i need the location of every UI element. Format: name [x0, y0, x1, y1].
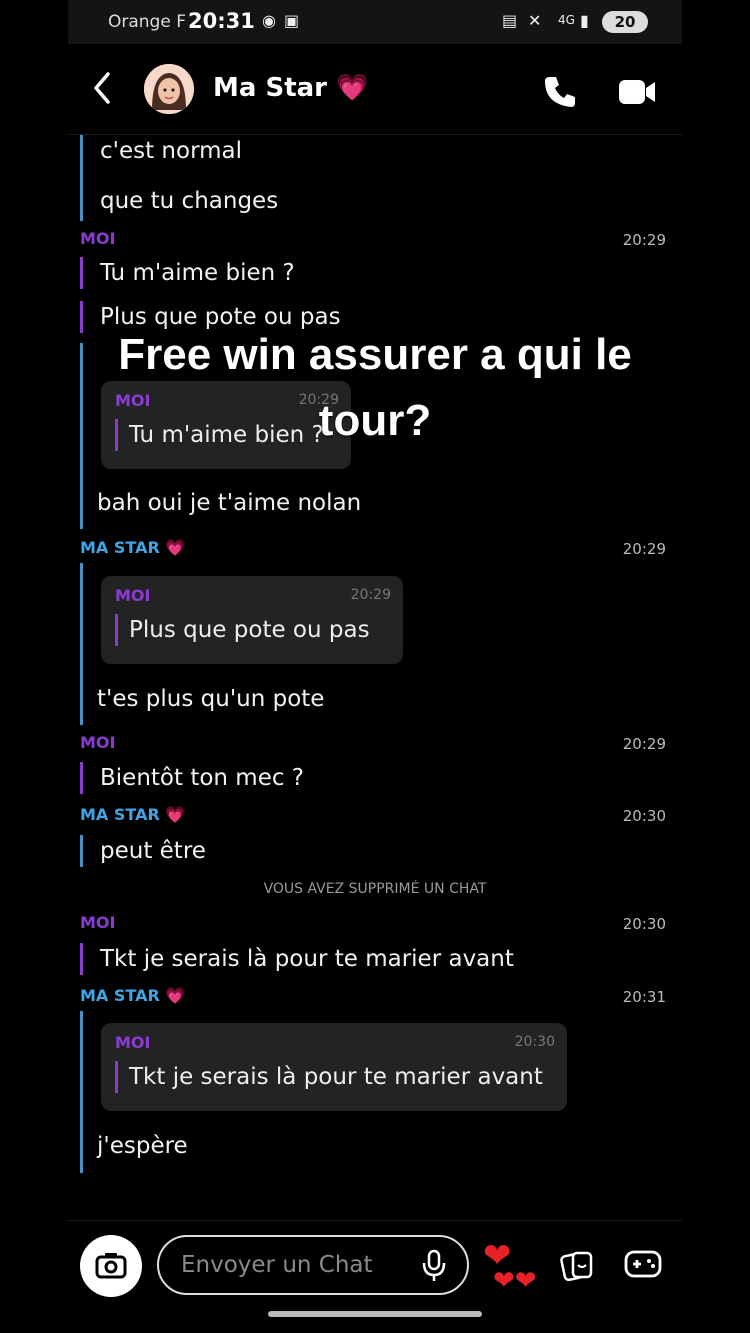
camera-icon	[95, 1253, 127, 1279]
back-arrow-icon[interactable]	[92, 70, 112, 106]
sender-label: MA STAR 💗	[80, 986, 186, 1005]
quoted-text: Tkt je serais là pour te marier avant	[115, 1061, 543, 1093]
quoted-sender: MOI	[115, 586, 151, 605]
message-time: 20:30	[622, 807, 666, 825]
carrier-label: Orange F	[108, 12, 186, 32]
contact-avatar[interactable]	[144, 64, 194, 114]
message-time: 20:29	[622, 540, 666, 558]
message-text: Tkt je serais là pour te marier avant	[80, 943, 514, 975]
twitch-icon: ▣	[284, 11, 300, 30]
message-time: 20:31	[622, 988, 666, 1006]
message-time: 20:29	[622, 231, 666, 249]
quoted-message[interactable]: MOI 20:30 Tkt je serais là pour te marie…	[101, 1023, 567, 1111]
video-call-icon[interactable]	[618, 78, 656, 106]
quoted-text: Plus que pote ou pas	[115, 614, 370, 646]
sender-label: MA STAR 💗	[80, 805, 186, 824]
composer-bar: Envoyer un Chat ❤ ❤❤	[68, 1220, 682, 1333]
chat-thread[interactable]: c'est normal que tu changes MOI 20:29 Tu…	[68, 135, 682, 1220]
overlay-caption: Free win assurer a qui le tour?	[118, 330, 632, 445]
message-time: 20:30	[622, 915, 666, 933]
hearts-sticker-icon[interactable]: ❤ ❤❤	[483, 1239, 537, 1310]
camera-button[interactable]	[80, 1235, 142, 1297]
sticker-cards-icon[interactable]	[560, 1249, 594, 1283]
message-text: peut être	[80, 835, 206, 867]
home-indicator[interactable]	[268, 1311, 482, 1317]
thread-line	[80, 167, 83, 221]
network-type: 4G	[558, 13, 575, 27]
message-text: que tu changes	[80, 185, 278, 217]
phone-call-icon[interactable]	[542, 74, 578, 110]
quoted-message[interactable]: MOI 20:29 Plus que pote ou pas	[101, 576, 403, 664]
cast-icon: ▤	[502, 11, 518, 30]
sender-label: MA STAR 💗	[80, 538, 186, 557]
battery-indicator: 20	[602, 11, 648, 33]
discord-icon: ◉	[262, 11, 276, 30]
chat-header: Ma Star 💗	[68, 44, 682, 135]
contact-name-text: Ma Star	[213, 73, 327, 103]
status-time: 20:31	[188, 9, 255, 33]
chat-input[interactable]: Envoyer un Chat	[157, 1235, 469, 1295]
quoted-time: 20:29	[350, 587, 391, 603]
message-text: j'espère	[97, 1133, 188, 1159]
chat-input-placeholder: Envoyer un Chat	[181, 1252, 373, 1278]
message-text: Tu m'aime bien ?	[80, 257, 295, 289]
mute-icon: ✕	[528, 11, 542, 30]
quoted-time: 20:30	[514, 1034, 555, 1050]
sender-label: MOI	[80, 229, 116, 248]
status-bar: Orange F 20:31 ◉ ▣ ▤ ✕ 4G ▮ 20	[68, 0, 682, 44]
signal-icon: ▮	[580, 11, 589, 30]
sender-label: MOI	[80, 913, 116, 932]
sender-label: MOI	[80, 733, 116, 752]
message-text: Bientôt ton mec ?	[80, 762, 304, 794]
message-text: bah oui je t'aime nolan	[97, 490, 362, 516]
message-text: c'est normal	[80, 135, 242, 167]
system-notice: VOUS AVEZ SUPPRIMÉ UN CHAT	[263, 881, 487, 897]
heart-icon: 💗	[336, 73, 369, 103]
microphone-icon[interactable]	[421, 1249, 447, 1283]
game-controller-icon[interactable]	[624, 1249, 662, 1279]
contact-name[interactable]: Ma Star 💗	[213, 73, 368, 103]
message-time: 20:29	[622, 735, 666, 753]
quoted-sender: MOI	[115, 1033, 151, 1052]
message-text: t'es plus qu'un pote	[97, 686, 325, 712]
